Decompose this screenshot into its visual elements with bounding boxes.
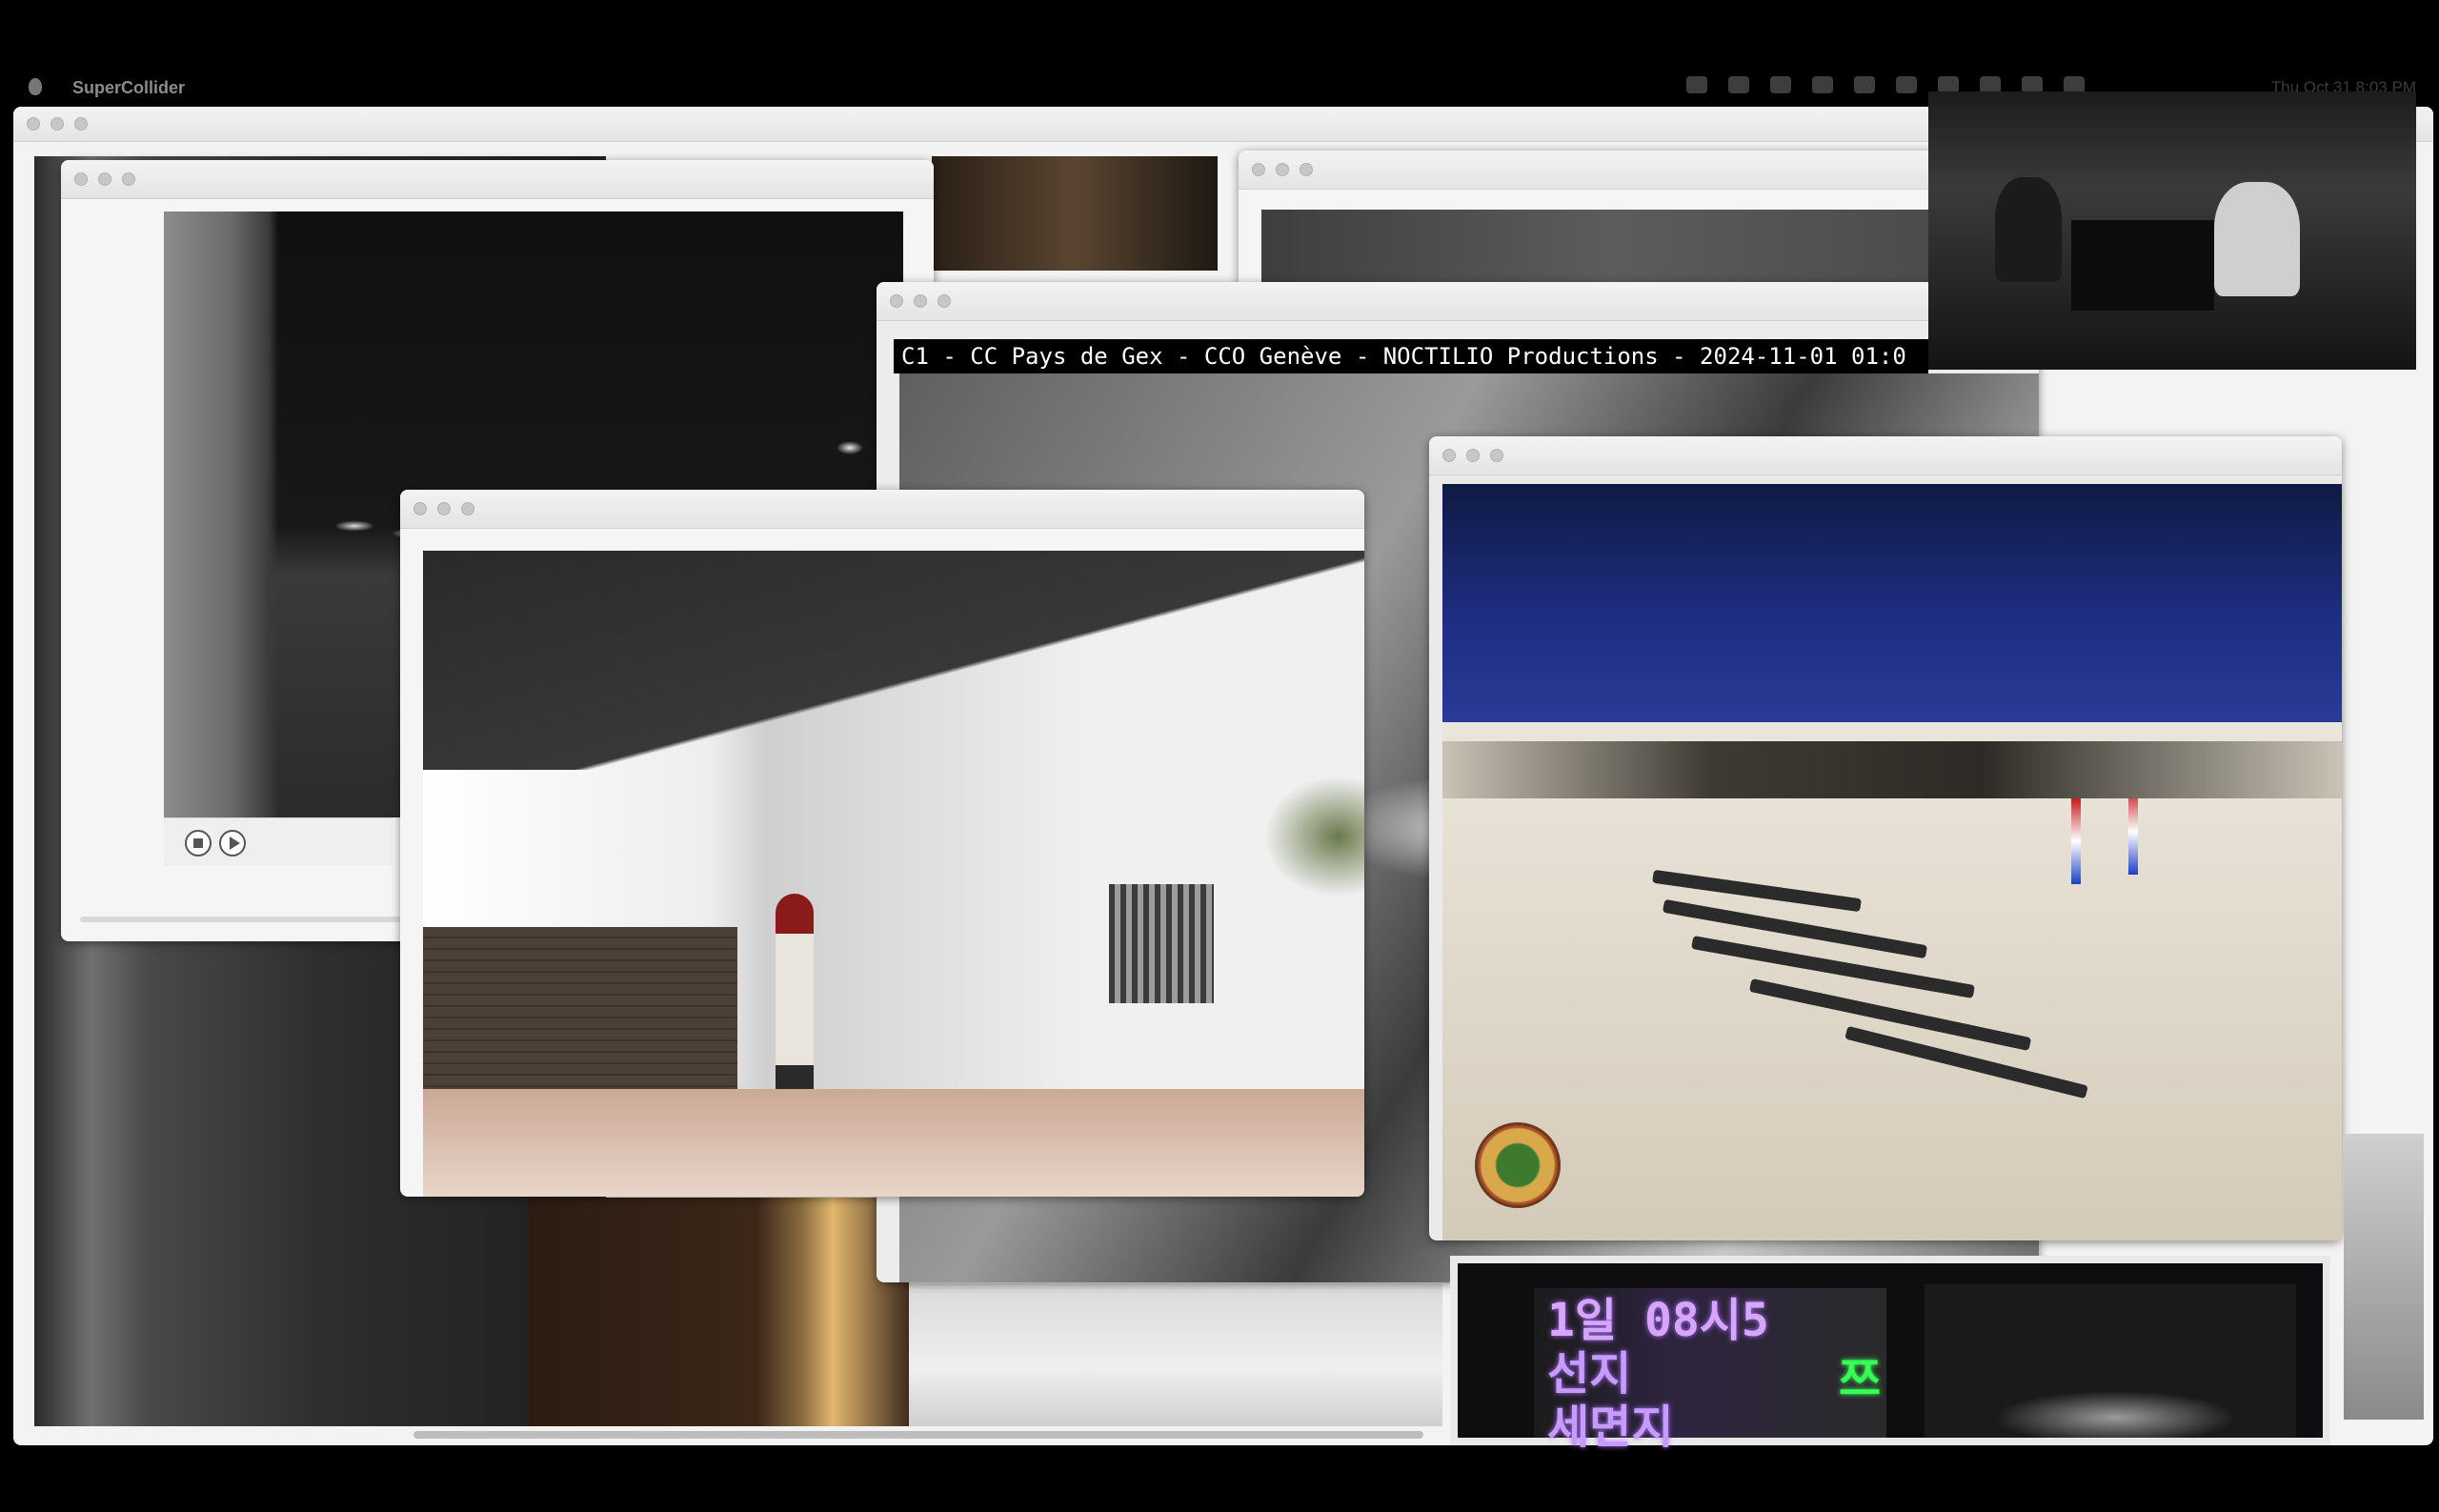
- counter-wall: [1442, 741, 2342, 798]
- stop-icon[interactable]: [185, 830, 212, 857]
- right-edge-feed: [2344, 1134, 2424, 1420]
- app-name-menu[interactable]: SuperCollider: [72, 78, 185, 98]
- chair-row: [1691, 936, 1975, 998]
- collector-office-video: [1442, 722, 2342, 1240]
- top-center-video: [1261, 210, 1963, 293]
- house-video: [423, 551, 1364, 1197]
- dark-water-feed: [1925, 1284, 2296, 1438]
- overhang: [423, 551, 1364, 770]
- gate: [1109, 884, 1214, 1003]
- window-controls: [1252, 163, 1313, 176]
- blue-street-titlebar[interactable]: [1429, 436, 2342, 475]
- seal-icon: [1475, 1122, 1561, 1208]
- top-center-titlebar[interactable]: [1239, 151, 1963, 190]
- monitor: [2071, 220, 2214, 311]
- presenter-left: [1995, 177, 2062, 282]
- close-button[interactable]: [74, 172, 88, 186]
- zoom-button[interactable]: [1300, 163, 1313, 176]
- led-sign-text: 1일 08시5 선지 세면지: [1534, 1286, 1882, 1454]
- night-street-titlebar[interactable]: [61, 160, 934, 199]
- zoom-button[interactable]: [122, 172, 135, 186]
- horizontal-scrollbar[interactable]: [413, 1431, 1423, 1439]
- tree-window[interactable]: [400, 490, 1364, 1197]
- window-controls: [890, 294, 951, 308]
- volume-icon[interactable]: [1896, 76, 1917, 93]
- close-button[interactable]: [413, 502, 427, 515]
- play-icon[interactable]: [219, 830, 246, 857]
- cloud-icon[interactable]: [1728, 76, 1749, 93]
- zoom-button[interactable]: [1490, 449, 1503, 462]
- close-button[interactable]: [27, 117, 40, 131]
- apple-icon[interactable]: [29, 78, 42, 95]
- led-line-2: 선지: [1547, 1347, 1632, 1401]
- eye-icon[interactable]: [1686, 76, 1707, 93]
- led-line-3: 세면지: [1547, 1401, 1674, 1454]
- minimize-button[interactable]: [50, 117, 64, 131]
- zoom-button[interactable]: [461, 502, 474, 515]
- presenter-right: [2214, 182, 2300, 296]
- zoom-button[interactable]: [74, 117, 88, 131]
- camera-overlay-text: C1 - CC Pays de Gex - CCO Genève - NOCTI…: [894, 339, 1928, 373]
- background-top-feed: [932, 156, 1218, 271]
- minimize-button[interactable]: [1466, 449, 1480, 462]
- minimize-button[interactable]: [1276, 163, 1289, 176]
- tree-titlebar[interactable]: [400, 490, 1364, 529]
- top-center-window[interactable]: [1239, 151, 1963, 293]
- window-controls: [413, 502, 474, 515]
- close-button[interactable]: [1252, 163, 1265, 176]
- presenters-feed: [1928, 91, 2416, 370]
- led-sign-green: 쯔: [1839, 1353, 1896, 1512]
- minimize-button[interactable]: [914, 294, 927, 308]
- window-controls: [1442, 449, 1503, 462]
- close-button[interactable]: [890, 294, 903, 308]
- window-controls: [27, 117, 88, 131]
- flag-icon: [2071, 798, 2081, 884]
- police-street-video: [1442, 484, 2342, 722]
- led-green-text: 쯔: [1839, 1353, 1882, 1406]
- close-button[interactable]: [1442, 449, 1456, 462]
- window-controls: [74, 172, 135, 186]
- zoom-button[interactable]: [937, 294, 951, 308]
- garage-door: [423, 927, 737, 1108]
- minimize-button[interactable]: [437, 502, 451, 515]
- ledge: [423, 1089, 1364, 1197]
- led-line-1: 1일 08시5: [1547, 1294, 1769, 1347]
- background-crowd-feed: [909, 1283, 1442, 1426]
- dot-icon[interactable]: [1854, 76, 1875, 93]
- background-mcdonalds-feed: [528, 1198, 909, 1426]
- flag-icon: [2128, 789, 2138, 875]
- blue-street-window[interactable]: [1429, 436, 2342, 1240]
- playback-controls: [164, 817, 393, 866]
- minimize-button[interactable]: [98, 172, 111, 186]
- geneva-titlebar[interactable]: [877, 282, 2039, 321]
- gear-icon[interactable]: [1812, 76, 1833, 93]
- flag-icon[interactable]: [1770, 76, 1791, 93]
